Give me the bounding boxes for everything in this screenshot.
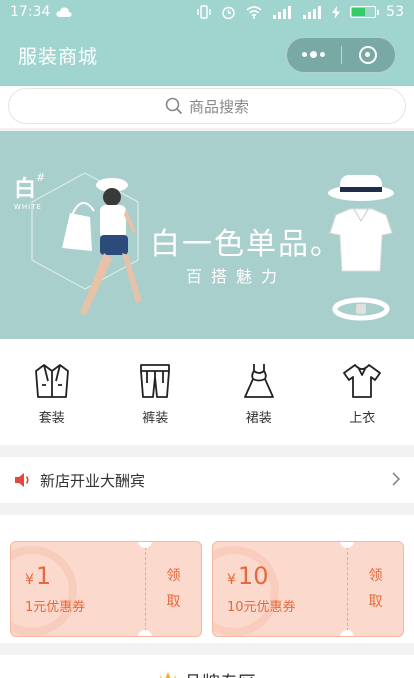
category-nav: 套装 裤装 裙装 上衣 [0,339,414,445]
battery-fill [352,8,365,16]
wifi-icon [246,5,262,19]
coupon-info: ¥1 1元优惠券 [11,542,145,636]
category-label: 裙装 [245,411,272,426]
coupon-card[interactable]: ¥10 10元优惠券 领 取 [212,541,404,637]
signal-icon [273,5,292,19]
pants-icon [140,364,171,398]
banner-logo-char: 白 [14,177,37,202]
coupon-watermark [11,546,77,636]
coupon-amount-value: 10 [237,562,269,590]
coupon-notch [138,630,152,636]
claim-coupon-button[interactable]: 领 取 [145,542,201,636]
signal-icon-2 [303,5,322,19]
coupon-card[interactable]: ¥1 1元优惠券 领 取 [10,541,202,637]
coupon-info: ¥10 10元优惠券 [213,542,347,636]
crown-icon [160,672,176,678]
coupon-amount: ¥10 [227,562,347,590]
banner-subline: 百搭魅力 [186,267,287,286]
claim-label-1: 领 [368,568,383,584]
claim-coupon-button[interactable]: 领 取 [347,542,403,636]
category-dress[interactable]: 裙装 [207,339,311,445]
coupon-desc: 10元优惠券 [227,600,296,615]
title-bar: 服装商城 [0,24,414,86]
announcement-bar[interactable]: 新店开业大酬宾 [0,457,414,503]
search-bar: 商品搜索 [0,86,414,128]
category-label: 上衣 [349,411,376,426]
dress-icon [243,364,274,398]
coupon-currency: ¥ [227,572,236,588]
top-bar: 17:34 53 服装商城 [0,0,414,86]
miniprogram-capsule [286,37,396,73]
search-input[interactable]: 商品搜索 [8,88,406,124]
category-label: 套装 [38,411,65,426]
claim-label-2: 取 [166,594,181,610]
category-label: 裤装 [142,411,169,426]
status-bar: 17:34 53 [0,0,414,24]
vibrate-icon [197,5,211,19]
more-dots-icon [302,51,326,58]
brand-section-title: 品牌专区 [184,669,256,678]
page-title: 服装商城 [18,45,99,68]
close-miniprogram-button[interactable] [342,38,396,72]
coupon-watermark [213,546,279,636]
search-icon [165,97,183,115]
coupon-section: ¥1 1元优惠券 领 取 ¥10 10元优惠券 领 取 [0,515,414,643]
claim-label-1: 领 [166,568,181,584]
product-illustration [328,175,394,321]
charging-icon [332,5,341,19]
coupon-desc: 1元优惠券 [25,600,86,615]
shirt-icon [343,364,382,398]
claim-label-2: 取 [368,594,383,610]
banner-headline: 白一色单品。 [150,227,342,262]
model-illustration [62,178,142,315]
coupon-amount-value: 1 [35,562,52,590]
more-button[interactable] [287,38,341,72]
cloud-icon [56,7,72,18]
coupon-notch [340,630,354,636]
promo-banner[interactable]: 白# WHITE 白一色单品。 百搭魅力 [0,131,414,339]
target-icon [359,46,378,64]
brand-section-header: 品牌专区 [0,655,414,678]
search-placeholder: 商品搜索 [188,97,249,116]
battery-percent: 53 [386,4,404,20]
battery-icon [350,6,380,18]
category-top[interactable]: 上衣 [311,339,414,445]
alarm-icon [222,6,235,19]
coupon-amount: ¥1 [25,562,145,590]
status-time: 17:34 [10,4,51,20]
coupon-currency: ¥ [25,572,34,588]
chevron-right-icon [392,471,401,490]
category-pants[interactable]: 裤装 [104,339,208,445]
announcement-text: 新店开业大酬宾 [40,471,146,490]
category-suit[interactable]: 套装 [0,339,104,445]
speaker-icon [15,473,29,487]
suit-icon [34,364,69,398]
